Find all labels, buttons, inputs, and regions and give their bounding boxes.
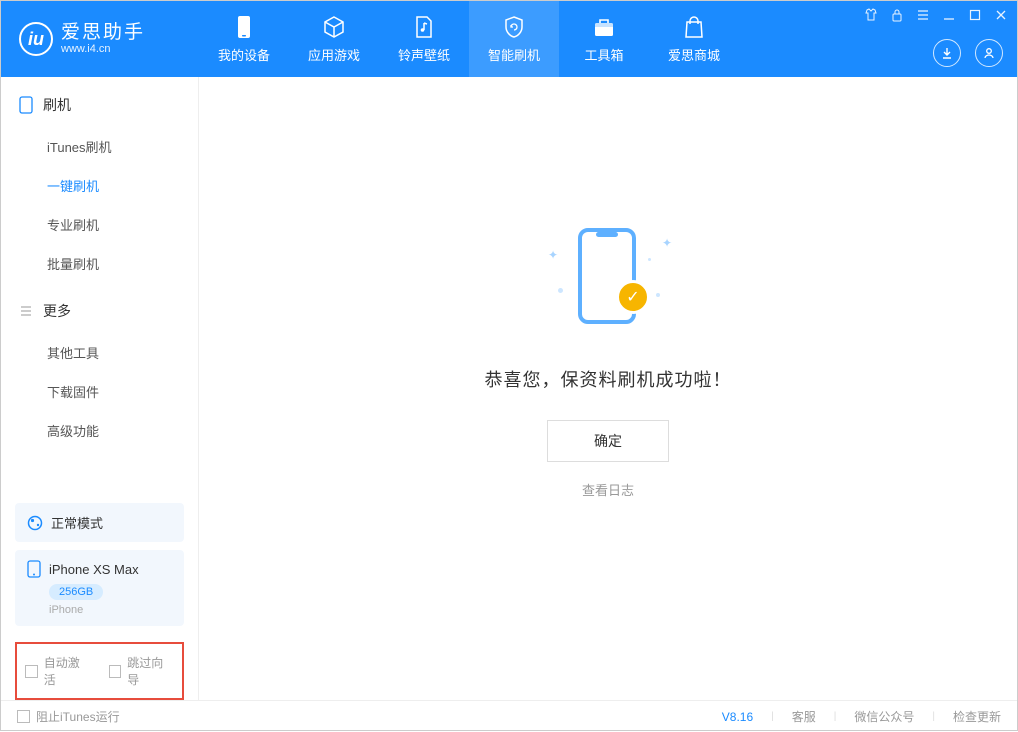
sidebar-item-batch-flash[interactable]: 批量刷机 — [1, 244, 198, 283]
footer-wechat-link[interactable]: 微信公众号 — [854, 708, 914, 725]
mode-icon — [27, 515, 43, 531]
sidebar-item-other-tools[interactable]: 其他工具 — [1, 333, 198, 372]
flash-options-row: 自动激活 跳过向导 — [15, 642, 184, 700]
sidebar-item-download-firmware[interactable]: 下载固件 — [1, 372, 198, 411]
app-site: www.i4.cn — [61, 43, 145, 55]
main-content: ✦ ✦ ✓ 恭喜您，保资料刷机成功啦！ 确定 查看日志 — [199, 77, 1017, 700]
nav-tab-store[interactable]: 爱思商城 — [649, 1, 739, 77]
bag-icon — [682, 15, 706, 39]
footer-support-link[interactable]: 客服 — [792, 708, 816, 725]
nav-tab-device[interactable]: 我的设备 — [199, 1, 289, 77]
sidebar-item-itunes-flash[interactable]: iTunes刷机 — [1, 127, 198, 166]
checkbox-box-icon — [17, 710, 30, 723]
footer-bar: 阻止iTunes运行 V8.16 | 客服 | 微信公众号 | 检查更新 — [1, 700, 1017, 732]
download-button[interactable] — [933, 39, 961, 67]
sidebar-item-oneclick-flash[interactable]: 一键刷机 — [1, 166, 198, 205]
checkbox-auto-activate[interactable]: 自动激活 — [25, 654, 91, 688]
close-icon[interactable] — [993, 7, 1009, 23]
cube-icon — [322, 15, 346, 39]
menu-icon[interactable] — [915, 7, 931, 23]
footer-update-link[interactable]: 检查更新 — [953, 708, 1001, 725]
device-mode-label: 正常模式 — [51, 513, 103, 532]
sidebar-item-advanced[interactable]: 高级功能 — [1, 411, 198, 450]
device-phone-icon — [27, 560, 41, 578]
success-illustration: ✦ ✦ ✓ — [538, 218, 678, 338]
sidebar-section-more: 更多 — [1, 301, 198, 333]
phone-outline-icon — [19, 96, 33, 114]
user-button[interactable] — [975, 39, 1003, 67]
device-info-block[interactable]: iPhone XS Max 256GB iPhone — [15, 550, 184, 626]
version-label: V8.16 — [722, 710, 753, 724]
logo-area: iu 爱思助手 www.i4.cn — [1, 1, 199, 77]
checkbox-box-icon — [25, 665, 38, 678]
device-mode-block: 正常模式 — [15, 503, 184, 542]
lock-icon[interactable] — [889, 7, 905, 23]
header-bar: iu 爱思助手 www.i4.cn 我的设备 应用游戏 铃声壁纸 智能刷机 工具… — [1, 1, 1017, 77]
confirm-button[interactable]: 确定 — [547, 420, 669, 462]
app-logo-icon: iu — [19, 22, 53, 56]
device-storage-badge: 256GB — [49, 584, 103, 600]
nav-tabs: 我的设备 应用游戏 铃声壁纸 智能刷机 工具箱 爱思商城 — [199, 1, 739, 77]
music-file-icon — [412, 15, 436, 39]
nav-tab-flash[interactable]: 智能刷机 — [469, 1, 559, 77]
checkbox-box-icon — [109, 665, 122, 678]
window-controls — [863, 7, 1009, 23]
list-icon — [19, 304, 33, 318]
nav-tab-toolbox[interactable]: 工具箱 — [559, 1, 649, 77]
shirt-icon[interactable] — [863, 7, 879, 23]
nav-tab-ringtones[interactable]: 铃声壁纸 — [379, 1, 469, 77]
minimize-icon[interactable] — [941, 7, 957, 23]
maximize-icon[interactable] — [967, 7, 983, 23]
sidebar-section-flash: 刷机 — [1, 95, 198, 127]
view-log-link[interactable]: 查看日志 — [582, 480, 634, 499]
header-actions — [933, 39, 1003, 67]
sidebar: 刷机 iTunes刷机 一键刷机 专业刷机 批量刷机 更多 其他工具 下载固件 … — [1, 77, 199, 700]
phone-icon — [232, 15, 256, 39]
nav-tab-apps[interactable]: 应用游戏 — [289, 1, 379, 77]
device-name-label: iPhone XS Max — [49, 562, 139, 577]
toolbox-icon — [592, 15, 616, 39]
device-type-label: iPhone — [49, 604, 172, 616]
checkbox-block-itunes[interactable]: 阻止iTunes运行 — [17, 708, 120, 725]
check-badge-icon: ✓ — [616, 280, 650, 314]
shield-refresh-icon — [502, 15, 526, 39]
app-name: 爱思助手 — [61, 23, 145, 44]
checkbox-skip-guide[interactable]: 跳过向导 — [109, 654, 175, 688]
success-message: 恭喜您，保资料刷机成功啦！ — [485, 366, 732, 392]
sidebar-item-pro-flash[interactable]: 专业刷机 — [1, 205, 198, 244]
